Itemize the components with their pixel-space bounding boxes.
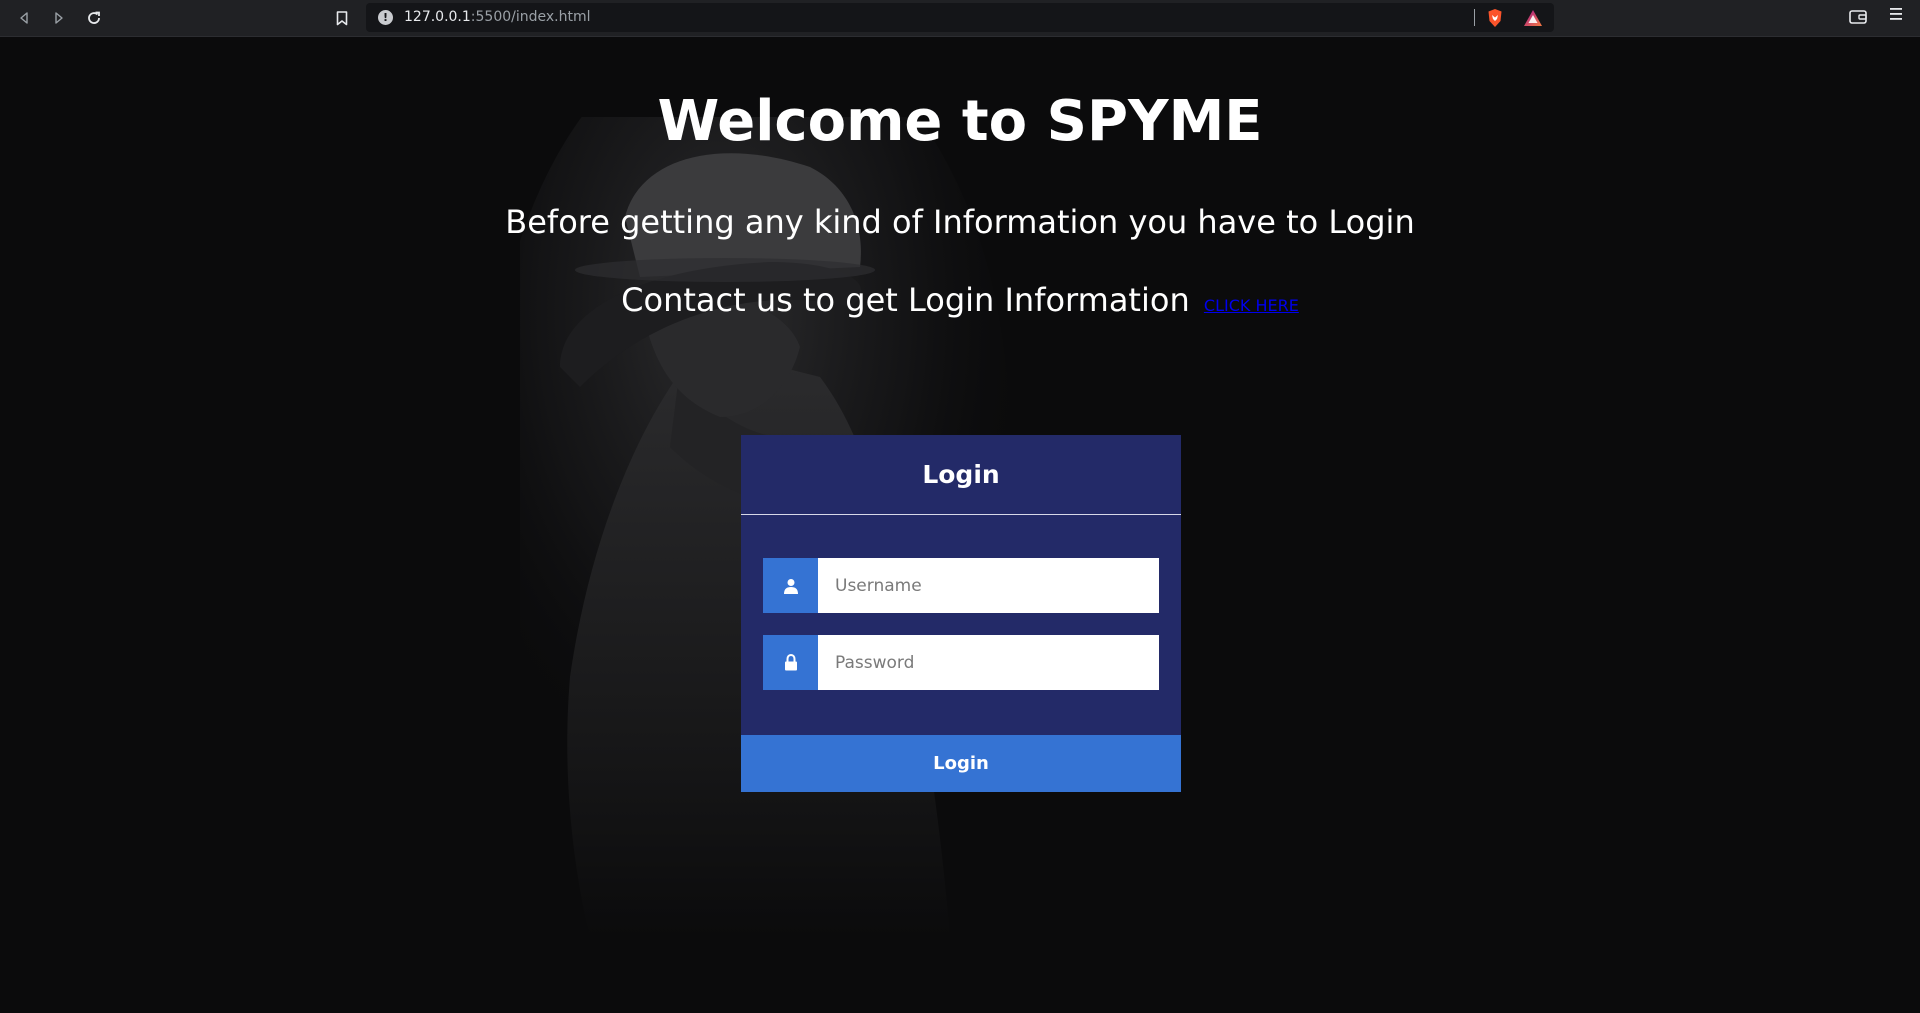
info-icon[interactable]: !	[378, 10, 393, 25]
wallet-icon[interactable]	[1848, 8, 1869, 26]
brave-rewards-icon[interactable]	[1523, 9, 1543, 27]
login-card-title: Login	[922, 460, 1000, 489]
browser-toolbar: ! 127.0.0.1:5500/index.html	[0, 0, 1920, 37]
menu-icon[interactable]	[1886, 6, 1906, 28]
user-icon	[763, 558, 818, 613]
lock-icon	[763, 635, 818, 690]
click-here-link[interactable]: CLICK HERE	[1204, 296, 1299, 315]
address-bar[interactable]: ! 127.0.0.1:5500/index.html	[366, 3, 1554, 32]
bookmark-icon[interactable]	[330, 6, 354, 30]
contact-text: Contact us to get Login Information	[621, 281, 1190, 319]
login-instruction-text: Before getting any kind of Information y…	[505, 203, 1415, 241]
login-header: Login	[741, 435, 1181, 515]
login-card: Login Login	[741, 435, 1181, 792]
url-host: 127.0.0.1	[404, 9, 471, 25]
back-arrow-icon[interactable]	[12, 6, 36, 30]
username-row	[763, 558, 1159, 613]
password-input[interactable]	[818, 635, 1159, 690]
url-divider	[1474, 9, 1475, 26]
login-button[interactable]: Login	[741, 735, 1181, 792]
contact-line: Contact us to get Login Information CLIC…	[0, 281, 1920, 319]
reload-icon[interactable]	[82, 6, 106, 30]
url-text[interactable]: 127.0.0.1:5500/index.html	[404, 9, 591, 25]
page-title: Welcome to SPYME	[657, 89, 1263, 154]
brave-shield-icon[interactable]	[1486, 8, 1504, 28]
page-content: Welcome to SPYME Before getting any kind…	[0, 37, 1920, 1013]
username-input[interactable]	[818, 558, 1159, 613]
forward-arrow-icon[interactable]	[47, 6, 71, 30]
password-row	[763, 635, 1159, 690]
url-path: :5500/index.html	[470, 9, 591, 25]
